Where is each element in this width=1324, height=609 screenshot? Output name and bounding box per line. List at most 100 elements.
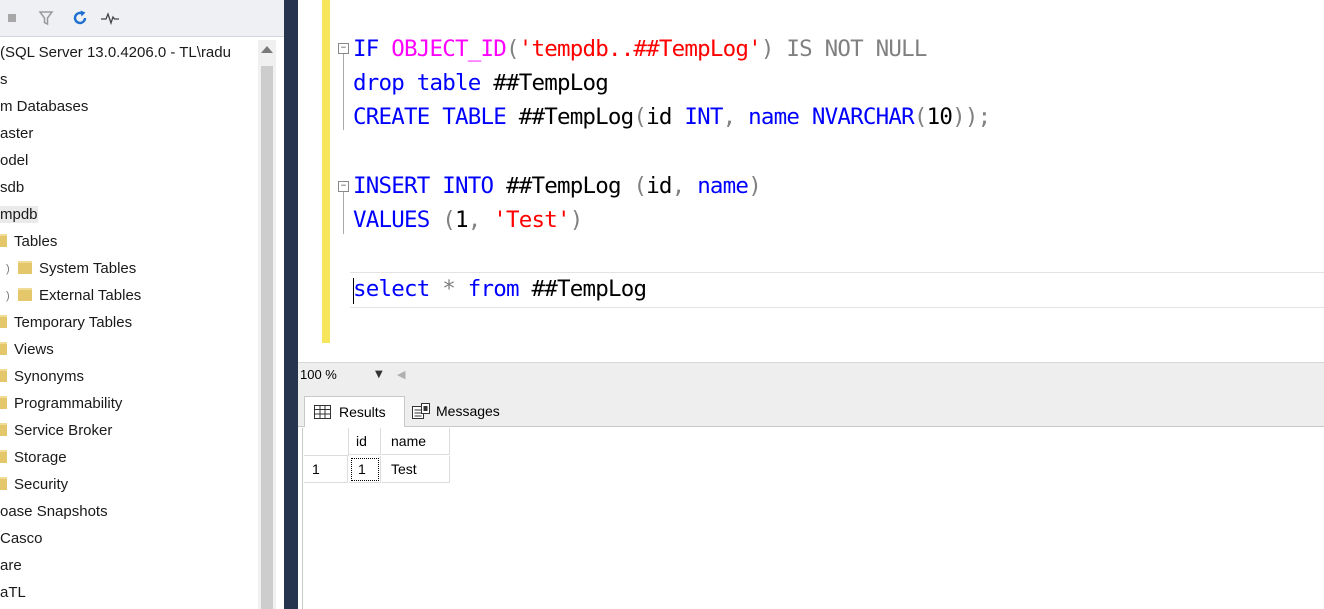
expand-icon[interactable]: ) <box>6 283 10 309</box>
code-token: id <box>646 104 685 130</box>
cell-id[interactable]: 1 <box>349 456 381 483</box>
code-token: 'tempdb..##TempLog' <box>518 36 762 62</box>
code-token: ( <box>633 104 647 130</box>
tab-messages[interactable]: Messages <box>406 396 521 426</box>
code-token: * <box>442 276 468 302</box>
stop-icon[interactable] <box>2 8 22 28</box>
tree-item[interactable]: aster <box>0 121 33 147</box>
code-token: id <box>646 173 672 199</box>
change-tracking-bar <box>322 0 330 343</box>
code-token: INT <box>684 104 723 130</box>
code-token: OBJECT_ID <box>391 36 507 62</box>
code-token: drop table <box>353 70 494 96</box>
code-token: VALUES <box>353 207 443 233</box>
scrollbar-thumb[interactable] <box>261 66 273 609</box>
scroll-up-arrow-icon[interactable] <box>261 46 273 53</box>
tree-item-label: Synonyms <box>14 368 85 385</box>
collapse-icon[interactable]: − <box>338 181 349 192</box>
code-line[interactable]: select * from ##TempLog <box>353 272 647 306</box>
tree-item-label: Casco <box>0 530 43 547</box>
tree-item-label: Programmability <box>14 395 123 412</box>
object-explorer: (SQL Server 13.0.4206.0 - TL\radu s m Data… <box>0 0 284 609</box>
pane-splitter[interactable] <box>284 0 298 609</box>
tree-item[interactable]: Casco <box>0 526 43 552</box>
code-token: ( <box>442 207 456 233</box>
tree-item-label: System Tables <box>39 260 137 277</box>
code-token: name NVARCHAR <box>748 104 915 130</box>
tree-item[interactable]: Synonyms <box>0 364 84 390</box>
tree-item-label: aTL <box>0 584 26 601</box>
code-line[interactable]: IF OBJECT_ID('tempdb..##TempLog') IS NOT… <box>353 32 927 66</box>
tree-item[interactable]: mpdb <box>0 202 38 228</box>
query-editor[interactable]: − − IF OBJECT_ID('tempdb..##TempLog') IS… <box>298 0 1324 362</box>
collapse-icon[interactable]: − <box>338 43 349 54</box>
scroll-left-arrow-icon[interactable]: ◀ <box>397 368 405 381</box>
column-header-name[interactable]: name <box>382 428 450 455</box>
code-line[interactable]: VALUES (1, 'Test') <box>353 203 583 237</box>
tree-item-label: aster <box>0 125 34 142</box>
code-token: , <box>671 173 698 199</box>
explorer-toolbar <box>0 0 284 37</box>
column-header-id[interactable]: id <box>349 428 381 455</box>
code-token: 10 <box>926 104 953 130</box>
tree-item[interactable]: (SQL Server 13.0.4206.0 - TL\radu <box>0 40 231 66</box>
row-header[interactable]: 1 <box>304 456 348 483</box>
tree-item[interactable]: oase Snapshots <box>0 499 108 525</box>
code-token: , <box>467 207 494 233</box>
expand-icon[interactable]: ) <box>6 256 10 282</box>
code-token: ##TempLog <box>505 173 634 199</box>
code-token: name <box>697 173 749 199</box>
tree-item[interactable]: s <box>0 67 8 93</box>
code-line[interactable]: CREATE TABLE ##TempLog(id INT, name NVAR… <box>353 100 991 134</box>
code-token: INSERT INTO <box>353 173 506 199</box>
zoom-bar: 100 % ▼ ◀ <box>298 362 1324 389</box>
tab-results[interactable]: Results <box>304 396 405 427</box>
tree-item[interactable]: ) External Tables <box>6 283 141 309</box>
tab-messages-label: Messages <box>436 403 500 419</box>
tree-item[interactable]: aTL <box>0 580 26 606</box>
zoom-level[interactable]: 100 % <box>300 367 337 382</box>
tree-scrollbar[interactable] <box>258 40 276 609</box>
tree-item[interactable]: Tables <box>0 229 57 255</box>
code-token: ##TempLog <box>493 70 609 96</box>
code-token: ( <box>633 173 647 199</box>
results-tabstrip: Results Messages <box>298 388 1324 427</box>
code-token: select <box>353 276 443 302</box>
tree-item-label: Storage <box>14 449 67 466</box>
tree-item-label: sdb <box>0 179 25 196</box>
tree-item-label: Security <box>14 476 69 493</box>
code-token: 'Test' <box>493 207 570 233</box>
messages-icon <box>412 403 430 419</box>
filter-icon[interactable] <box>36 8 56 28</box>
folder-icon <box>18 261 32 274</box>
code-token: ##TempLog <box>531 276 647 302</box>
tree-item-label: Tables <box>14 233 58 250</box>
code-line[interactable]: drop table ##TempLog <box>353 66 609 100</box>
zoom-dropdown-icon[interactable]: ▼ <box>375 369 383 380</box>
tree-item[interactable]: Views <box>0 337 54 363</box>
activity-monitor-icon[interactable] <box>100 8 120 28</box>
tree-item-label: Views <box>14 341 54 358</box>
tree-item-label: m Databases <box>0 98 89 115</box>
tree-item[interactable]: Temporary Tables <box>0 310 132 336</box>
results-pane: Results Messages id name 1 1 Test <box>298 388 1324 609</box>
refresh-icon[interactable] <box>70 8 90 28</box>
tree-item-label: Temporary Tables <box>14 314 133 331</box>
tree-item[interactable]: m Databases <box>0 94 88 120</box>
tree-item-label: odel <box>0 152 29 169</box>
grid-corner[interactable] <box>304 428 349 456</box>
code-token: ( <box>913 104 928 130</box>
tree-item[interactable]: Security <box>0 472 68 498</box>
tree-item[interactable]: ) System Tables <box>6 256 137 282</box>
code-line[interactable]: INSERT INTO ##TempLog (id, name) <box>353 169 762 203</box>
tree-item[interactable]: are <box>0 553 22 579</box>
tree-item[interactable]: Storage <box>0 445 67 471</box>
folder-icon <box>0 477 7 490</box>
tree-item[interactable]: Programmability <box>0 391 122 417</box>
cell-name[interactable]: Test <box>382 456 450 483</box>
tree-item[interactable]: odel <box>0 148 28 174</box>
grid-icon <box>314 405 331 419</box>
tree-item-label: (SQL Server 13.0.4206.0 - TL\radu <box>0 44 231 61</box>
tree-item[interactable]: Service Broker <box>0 418 112 444</box>
tree-item[interactable]: sdb <box>0 175 24 201</box>
